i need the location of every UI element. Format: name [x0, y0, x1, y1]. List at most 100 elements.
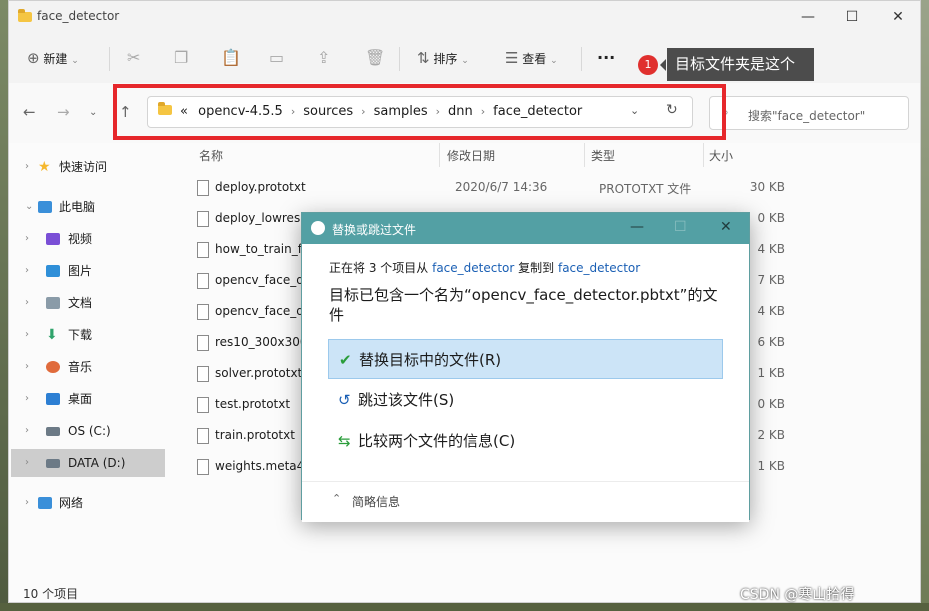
- chevron-up-icon[interactable]: ⌃: [332, 492, 341, 505]
- chevron-right-icon[interactable]: ›: [25, 489, 29, 517]
- paste-icon[interactable]: 📋: [221, 45, 241, 71]
- sidebar-item-data-d[interactable]: › DATA (D:): [11, 449, 165, 477]
- chevron-right-icon[interactable]: ›: [25, 449, 29, 477]
- file-row[interactable]: deploy.prototxt 2020/6/7 14:36 PROTOTXT 文件…: [187, 172, 797, 203]
- sidebar-item-label: 视频: [68, 232, 93, 246]
- chevron-right-icon[interactable]: ›: [25, 417, 29, 445]
- sidebar-item-label: 文档: [68, 296, 93, 310]
- column-header-size[interactable]: 大小: [709, 147, 733, 164]
- file-icon: [197, 242, 209, 258]
- column-header-date[interactable]: 修改日期: [447, 147, 495, 164]
- chevron-down-icon[interactable]: ⌄: [25, 193, 33, 221]
- network-icon: [38, 497, 52, 509]
- chevron-right-icon[interactable]: ›: [25, 289, 29, 317]
- file-icon: [197, 459, 209, 475]
- music-icon: [46, 361, 60, 373]
- toolbar-divider: [581, 47, 582, 71]
- more-options-button[interactable]: ···: [597, 45, 615, 71]
- dialog-close-button[interactable]: ✕: [720, 219, 732, 235]
- file-icon: [197, 366, 209, 382]
- compare-icon: ⇆: [338, 432, 351, 450]
- search-box[interactable]: ⌕ 搜索"face_detector": [709, 96, 909, 130]
- new-button[interactable]: ⊕ 新建 ⌄: [27, 45, 79, 71]
- copy-prefix: 正在将 3 个项目从: [329, 261, 433, 275]
- back-arrow-icon[interactable]: ←: [23, 103, 36, 121]
- file-name: weights.meta4: [215, 459, 305, 473]
- destination-folder-link[interactable]: face_detector: [558, 261, 640, 275]
- sidebar-item-label: 桌面: [68, 392, 93, 406]
- maximize-button[interactable]: ☐: [829, 1, 875, 33]
- file-icon: [197, 273, 209, 289]
- file-type: PROTOTXT 文件: [599, 182, 692, 196]
- copy-icon[interactable]: ❐: [174, 45, 188, 71]
- file-name: test.prototxt: [215, 397, 291, 411]
- dialog-footer: ⌃ 简略信息: [302, 481, 749, 522]
- chevron-right-icon[interactable]: ›: [25, 385, 29, 413]
- share-icon[interactable]: ⇪: [317, 45, 330, 71]
- chevron-right-icon[interactable]: ›: [25, 321, 29, 349]
- skip-icon: ↺: [338, 391, 351, 409]
- chevron-down-icon: ⌄: [550, 56, 558, 66]
- compare-option[interactable]: ⇆ 比较两个文件的信息(C): [328, 421, 723, 461]
- file-icon: [197, 304, 209, 320]
- chevron-right-icon[interactable]: ›: [25, 353, 29, 381]
- clock-icon: [311, 221, 325, 235]
- dialog-minimize-button[interactable]: —: [630, 219, 644, 235]
- sidebar-item-label: 网络: [59, 496, 84, 510]
- close-button[interactable]: ✕: [875, 1, 921, 33]
- sidebar-item-label: 图片: [68, 264, 93, 278]
- desktop-icon: [46, 393, 60, 405]
- copy-progress-text: 正在将 3 个项目从 face_detector 复制到 face_detect…: [329, 259, 640, 276]
- conflict-message: 目标已包含一个名为“opencv_face_detector.pbtxt”的文件: [329, 286, 718, 324]
- sidebar-item-desktop[interactable]: › 桌面: [9, 385, 169, 413]
- option-label: 跳过该文件(S): [358, 391, 455, 409]
- sidebar-item-label: 音乐: [68, 360, 93, 374]
- watermark: CSDN @寒山拾得: [740, 587, 855, 603]
- video-icon: [46, 233, 60, 245]
- column-divider[interactable]: [703, 143, 704, 167]
- sidebar-item-network[interactable]: › 网络: [9, 489, 169, 517]
- file-icon: [197, 397, 209, 413]
- column-header-name[interactable]: 名称: [199, 147, 223, 164]
- replace-option[interactable]: ✔ 替换目标中的文件(R): [328, 339, 723, 379]
- view-button[interactable]: ☰ 查看 ⌄: [505, 45, 558, 71]
- check-icon: ✔: [339, 351, 352, 369]
- picture-icon: [46, 265, 60, 277]
- chevron-down-icon: ⌄: [461, 56, 469, 66]
- rename-icon[interactable]: ▭: [269, 45, 284, 71]
- sort-button[interactable]: ⇅ 排序 ⌄: [417, 45, 469, 71]
- sidebar-item-os-c[interactable]: › OS (C:): [9, 417, 169, 445]
- forward-arrow-icon[interactable]: →: [57, 103, 70, 121]
- sidebar-item-this-pc[interactable]: ⌄ 此电脑: [9, 193, 169, 221]
- highlight-box: [113, 84, 726, 140]
- column-divider[interactable]: [584, 143, 585, 167]
- sidebar-item-documents[interactable]: › 文档: [9, 289, 169, 317]
- title-bar: face_detector — ☐ ✕: [9, 1, 920, 33]
- sidebar-item-videos[interactable]: › 视频: [9, 225, 169, 253]
- minimize-button[interactable]: —: [785, 1, 831, 33]
- file-icon: [197, 180, 209, 196]
- column-header-type[interactable]: 类型: [591, 147, 615, 164]
- chevron-right-icon[interactable]: ›: [25, 225, 29, 253]
- replace-or-skip-dialog: 替换或跳过文件 — ☐ ✕ 正在将 3 个项目从 face_detector 复…: [301, 212, 750, 522]
- recent-locations-chevron-icon[interactable]: ⌄: [89, 107, 97, 118]
- sidebar-item-label: DATA (D:): [68, 456, 126, 470]
- cut-icon[interactable]: ✂: [127, 45, 140, 71]
- chevron-right-icon[interactable]: ›: [25, 153, 29, 181]
- sidebar-item-quick-access[interactable]: › ★ 快速访问: [9, 153, 169, 181]
- file-icon: [197, 211, 209, 227]
- annotation-badge: 1: [638, 55, 658, 75]
- column-divider[interactable]: [439, 143, 440, 167]
- sidebar-item-downloads[interactable]: › ⬇ 下载: [9, 321, 169, 349]
- dialog-title-bar: 替换或跳过文件 — ☐ ✕: [302, 213, 749, 244]
- file-icon: [197, 428, 209, 444]
- source-folder-link[interactable]: face_detector: [432, 261, 514, 275]
- delete-icon[interactable]: 🗑: [365, 45, 385, 71]
- fewer-details-link[interactable]: 简略信息: [352, 493, 400, 510]
- sidebar-item-music[interactable]: › 音乐: [9, 353, 169, 381]
- chevron-right-icon[interactable]: ›: [25, 257, 29, 285]
- desktop-background-right: [921, 0, 929, 611]
- drive-icon: [46, 459, 60, 468]
- skip-option[interactable]: ↺ 跳过该文件(S): [328, 380, 723, 420]
- sidebar-item-pictures[interactable]: › 图片: [9, 257, 169, 285]
